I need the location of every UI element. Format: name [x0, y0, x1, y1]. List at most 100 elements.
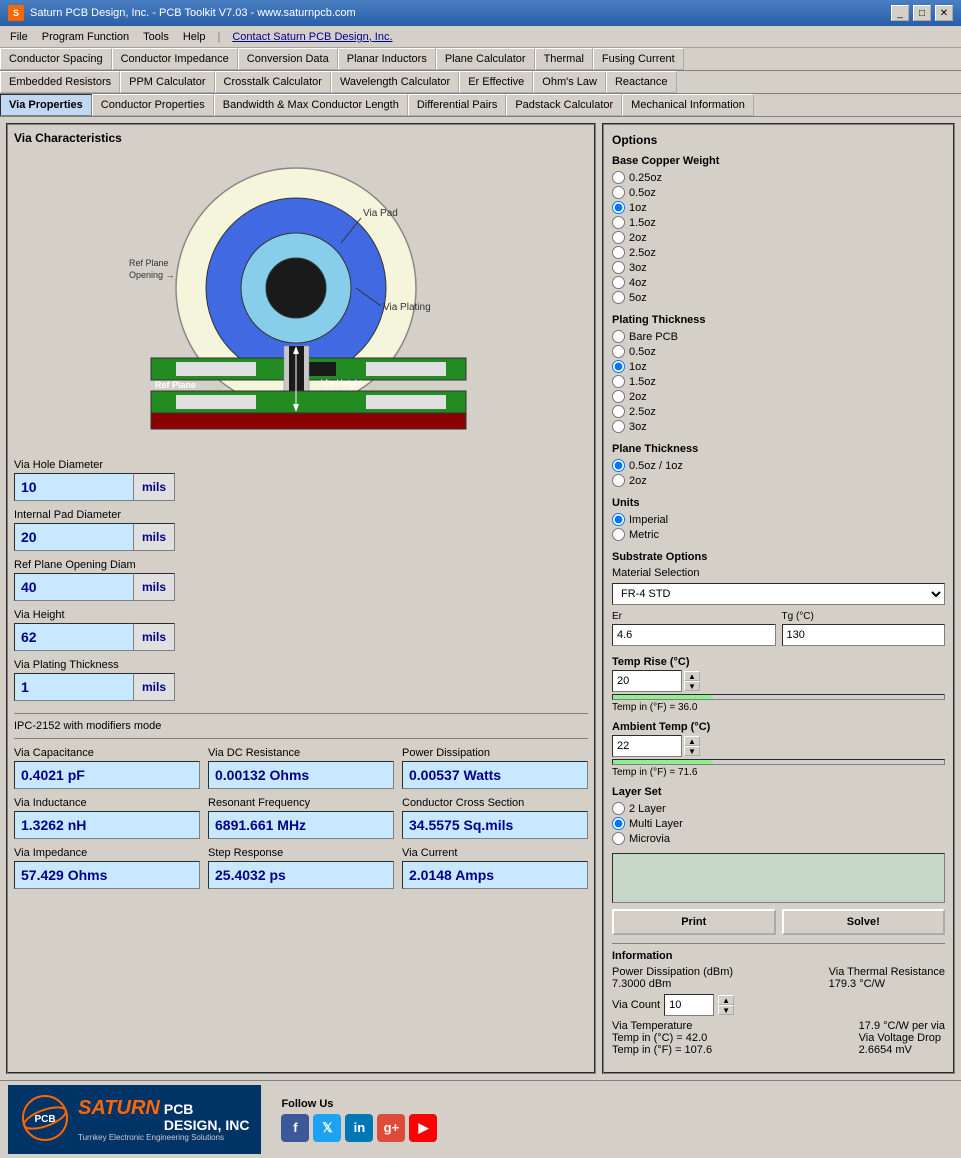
- titlebar-controls[interactable]: _ □ ✕: [891, 5, 953, 21]
- ambient-temp-down[interactable]: ▼: [684, 746, 700, 756]
- via-dc-resistance-item: Via DC Resistance 0.00132 Ohms: [208, 747, 394, 789]
- tab-conductor-properties[interactable]: Conductor Properties: [92, 94, 214, 116]
- tab-padstack-calculator[interactable]: Padstack Calculator: [506, 94, 622, 116]
- facebook-icon[interactable]: f: [281, 1114, 309, 1142]
- units-metric[interactable]: Metric: [612, 528, 945, 541]
- pt-15oz[interactable]: 1.5oz: [612, 375, 945, 388]
- via-current-value: 2.0148 Amps: [402, 861, 588, 889]
- tab-ppm-calculator[interactable]: PPM Calculator: [120, 71, 214, 93]
- tab-planar-inductors[interactable]: Planar Inductors: [338, 48, 436, 70]
- svg-text:Via Height: Via Height: [321, 378, 363, 388]
- via-height-input[interactable]: [14, 623, 134, 651]
- ambient-temp-spinner[interactable]: ▲ ▼: [684, 736, 700, 756]
- menu-tools[interactable]: Tools: [137, 29, 175, 45]
- layer-microvia[interactable]: Microvia: [612, 832, 945, 845]
- pt-2oz[interactable]: 2oz: [612, 390, 945, 403]
- pt-3oz[interactable]: 3oz: [612, 420, 945, 433]
- bcw-5oz[interactable]: 5oz: [612, 291, 945, 304]
- ref-plane-opening-input[interactable]: [14, 573, 134, 601]
- via-temp-c: Temp in (°C) = 42.0: [612, 1032, 712, 1044]
- tab-reactance[interactable]: Reactance: [606, 71, 677, 93]
- menubar: File Program Function Tools Help | Conta…: [0, 26, 961, 48]
- tab-via-properties[interactable]: Via Properties: [0, 94, 92, 116]
- tab-differential-pairs[interactable]: Differential Pairs: [408, 94, 507, 116]
- linkedin-icon[interactable]: in: [345, 1114, 373, 1142]
- resonant-frequency-item: Resonant Frequency 6891.661 MHz: [208, 797, 394, 839]
- toolbar-row-1: Conductor Spacing Conductor Impedance Co…: [0, 48, 961, 71]
- via-diagram-svg: Via Pad Ref Plane Opening → Via Plating: [121, 153, 481, 453]
- minimize-button[interactable]: _: [891, 5, 909, 21]
- via-per-voltage-info: 17.9 °C/W per via Via Voltage Drop 2.665…: [859, 1020, 945, 1056]
- bcw-05oz[interactable]: 0.5oz: [612, 186, 945, 199]
- tab-conductor-spacing[interactable]: Conductor Spacing: [0, 48, 112, 70]
- via-hole-diameter-input[interactable]: [14, 473, 134, 501]
- material-select[interactable]: FR-4 STD FR-4 High Tg Rogers 4003: [612, 583, 945, 605]
- ambient-temp-up[interactable]: ▲: [684, 736, 700, 746]
- tab-conversion-data[interactable]: Conversion Data: [238, 48, 338, 70]
- layer-multi[interactable]: Multi Layer: [612, 817, 945, 830]
- menu-program-function[interactable]: Program Function: [36, 29, 135, 45]
- via-dc-resistance-label: Via DC Resistance: [208, 747, 394, 759]
- tab-mechanical-information[interactable]: Mechanical Information: [622, 94, 754, 116]
- bcw-4oz[interactable]: 4oz: [612, 276, 945, 289]
- via-count-spinner[interactable]: ▲ ▼: [718, 995, 734, 1015]
- tab-crosstalk-calculator[interactable]: Crosstalk Calculator: [215, 71, 331, 93]
- tab-fusing-current[interactable]: Fusing Current: [593, 48, 684, 70]
- solve-button[interactable]: Solve!: [782, 909, 946, 935]
- saturn-logo-svg: PCB: [20, 1093, 70, 1143]
- temp-rise-up[interactable]: ▲: [684, 671, 700, 681]
- plane-05-1oz[interactable]: 0.5oz / 1oz: [612, 459, 945, 472]
- base-copper-weight-section: Base Copper Weight 0.25oz 0.5oz 1oz 1.5o…: [612, 155, 945, 304]
- pt-1oz[interactable]: 1oz: [612, 360, 945, 373]
- via-capacitance-value: 0.4021 pF: [14, 761, 200, 789]
- temp-rise-spinner[interactable]: ▲ ▼: [684, 671, 700, 691]
- units-imperial[interactable]: Imperial: [612, 513, 945, 526]
- tab-embedded-resistors[interactable]: Embedded Resistors: [0, 71, 120, 93]
- via-temp-voltage-row: Via Temperature Temp in (°C) = 42.0 Temp…: [612, 1020, 945, 1056]
- menu-file[interactable]: File: [4, 29, 34, 45]
- tab-ohms-law[interactable]: Ohm's Law: [533, 71, 606, 93]
- via-height-row: Via Height mils: [14, 609, 588, 651]
- via-count-up[interactable]: ▲: [718, 995, 734, 1005]
- pt-05oz[interactable]: 0.5oz: [612, 345, 945, 358]
- bcw-3oz[interactable]: 3oz: [612, 261, 945, 274]
- temp-rise-down[interactable]: ▼: [684, 681, 700, 691]
- logo-pcb-design: PCB DESIGN, INC: [164, 1101, 250, 1133]
- tab-thermal[interactable]: Thermal: [535, 48, 593, 70]
- via-temp-f: Temp in (°F) = 107.6: [612, 1044, 712, 1056]
- bcw-2oz[interactable]: 2oz: [612, 231, 945, 244]
- bcw-15oz[interactable]: 1.5oz: [612, 216, 945, 229]
- tab-er-effective[interactable]: Er Effective: [459, 71, 533, 93]
- via-count-input[interactable]: [664, 994, 714, 1016]
- twitter-icon[interactable]: 𝕏: [313, 1114, 341, 1142]
- tab-bandwidth-max[interactable]: Bandwidth & Max Conductor Length: [214, 94, 408, 116]
- temp-rise-input[interactable]: [612, 670, 682, 692]
- via-count-down[interactable]: ▼: [718, 1005, 734, 1015]
- plane-2oz[interactable]: 2oz: [612, 474, 945, 487]
- plating-thickness-label: Plating Thickness: [612, 314, 945, 326]
- internal-pad-diameter-input[interactable]: [14, 523, 134, 551]
- close-button[interactable]: ✕: [935, 5, 953, 21]
- via-plating-thickness-input[interactable]: [14, 673, 134, 701]
- menu-contact[interactable]: Contact Saturn PCB Design, Inc.: [226, 29, 398, 45]
- via-dc-resistance-value: 0.00132 Ohms: [208, 761, 394, 789]
- pt-25oz[interactable]: 2.5oz: [612, 405, 945, 418]
- print-button[interactable]: Print: [612, 909, 776, 935]
- titlebar-title: Saturn PCB Design, Inc. - PCB Toolkit V7…: [30, 7, 356, 19]
- via-plating-thickness-row: Via Plating Thickness mils: [14, 659, 588, 701]
- tg-input[interactable]: [782, 624, 946, 646]
- bcw-1oz[interactable]: 1oz: [612, 201, 945, 214]
- bcw-025oz[interactable]: 0.25oz: [612, 171, 945, 184]
- internal-pad-diameter-label: Internal Pad Diameter: [14, 509, 588, 521]
- maximize-button[interactable]: □: [913, 5, 931, 21]
- tab-conductor-impedance[interactable]: Conductor Impedance: [112, 48, 238, 70]
- bcw-25oz[interactable]: 2.5oz: [612, 246, 945, 259]
- googleplus-icon[interactable]: g+: [377, 1114, 405, 1142]
- pt-bare[interactable]: Bare PCB: [612, 330, 945, 343]
- ambient-temp-input[interactable]: [612, 735, 682, 757]
- tab-plane-calculator[interactable]: Plane Calculator: [436, 48, 535, 70]
- tab-wavelength-calculator[interactable]: Wavelength Calculator: [331, 71, 459, 93]
- menu-help[interactable]: Help: [177, 29, 212, 45]
- youtube-icon[interactable]: ▶: [409, 1114, 437, 1142]
- er-input[interactable]: [612, 624, 776, 646]
